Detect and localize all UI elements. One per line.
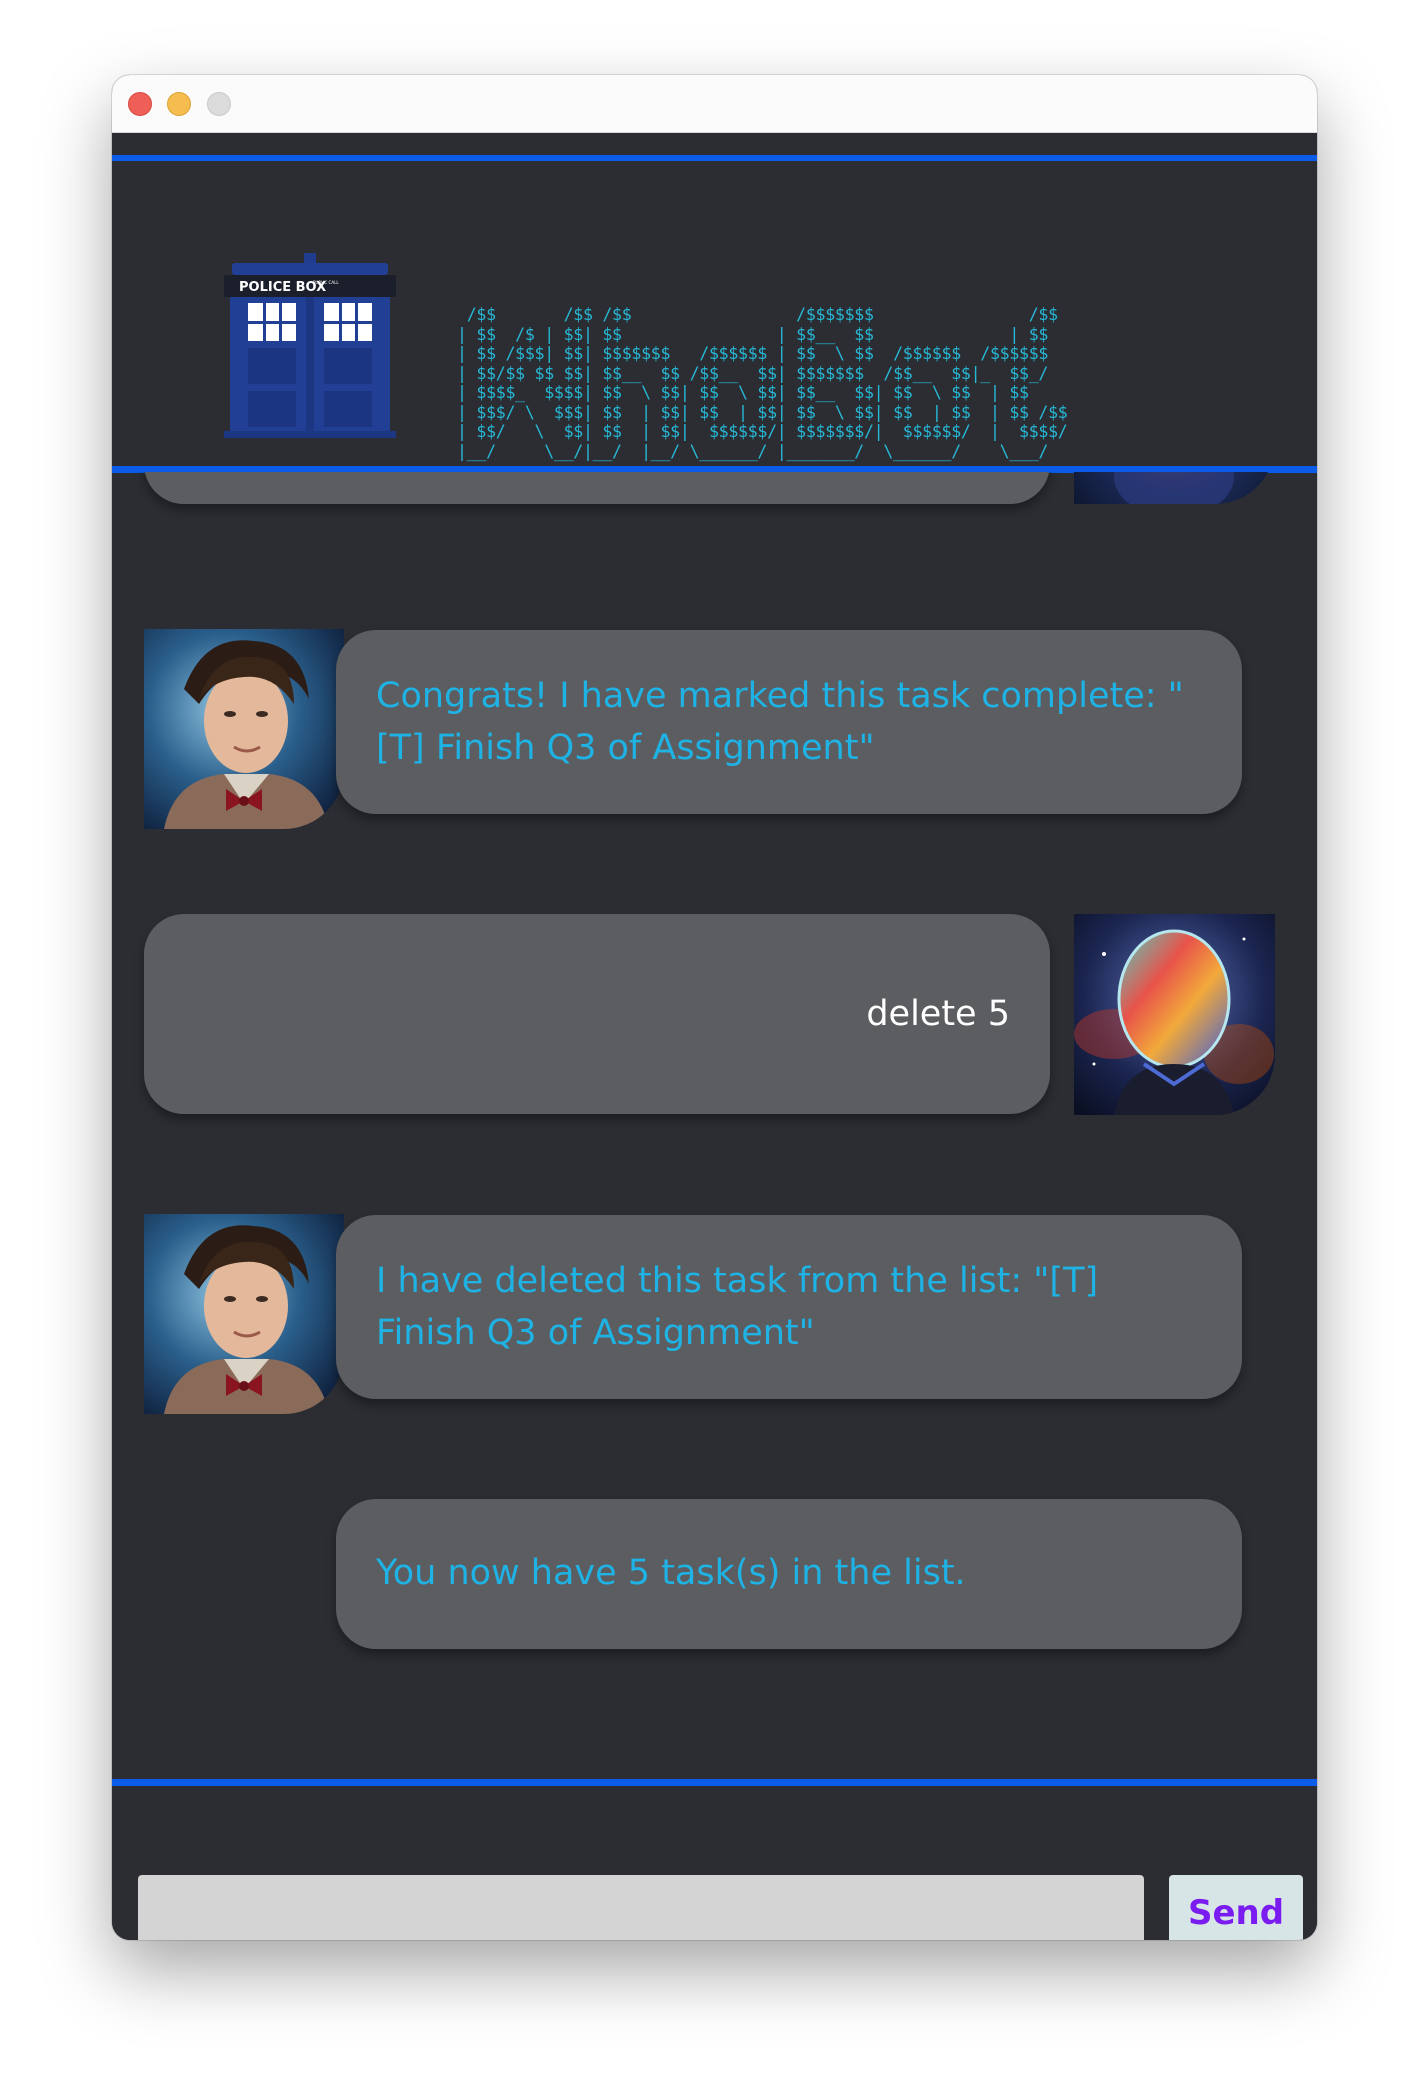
header-banner: POLICE BOX PUBLIC CALL /$$ /$$ /$$ /$$$$… <box>112 161 1317 472</box>
send-button[interactable]: Send <box>1169 1875 1303 1940</box>
user-message-bubble: delete 5 <box>144 914 1050 1114</box>
title-bar <box>112 75 1317 133</box>
ascii-logo: /$$ /$$ /$$ /$$$$$$$ /$$ | $$ /$ | $$| $… <box>457 305 1068 461</box>
tardis-icon: POLICE BOX PUBLIC CALL <box>224 253 396 438</box>
chat-area[interactable]: Congrats! I have marked this task comple… <box>112 472 1317 1776</box>
bot-message-bubble: You now have 5 task(s) in the list. <box>336 1499 1242 1649</box>
previous-user-bubble <box>144 472 1050 504</box>
input-divider <box>112 1779 1317 1786</box>
bot-message-bubble: I have deleted this task from the list: … <box>336 1215 1242 1399</box>
user-avatar-partial <box>1074 472 1275 504</box>
bot-message-bubble: Congrats! I have marked this task comple… <box>336 630 1242 814</box>
bot-message-text: I have deleted this task from the list: … <box>376 1261 1099 1353</box>
zoom-window-button[interactable] <box>207 92 231 116</box>
bot-avatar <box>144 629 344 829</box>
message-input[interactable] <box>138 1875 1144 1940</box>
minimize-window-button[interactable] <box>167 92 191 116</box>
user-message-text: delete 5 <box>866 994 1010 1034</box>
close-window-button[interactable] <box>128 92 152 116</box>
input-bar: Send <box>112 1786 1317 1940</box>
bot-avatar <box>144 1214 344 1414</box>
user-avatar <box>1074 914 1275 1115</box>
bot-message-text: You now have 5 task(s) in the list. <box>376 1553 966 1593</box>
app-window: POLICE BOX PUBLIC CALL /$$ /$$ /$$ /$$$$… <box>112 75 1317 1940</box>
public-call-sign-text: PUBLIC CALL <box>313 280 339 285</box>
bot-message-text: Congrats! I have marked this task comple… <box>376 676 1184 768</box>
